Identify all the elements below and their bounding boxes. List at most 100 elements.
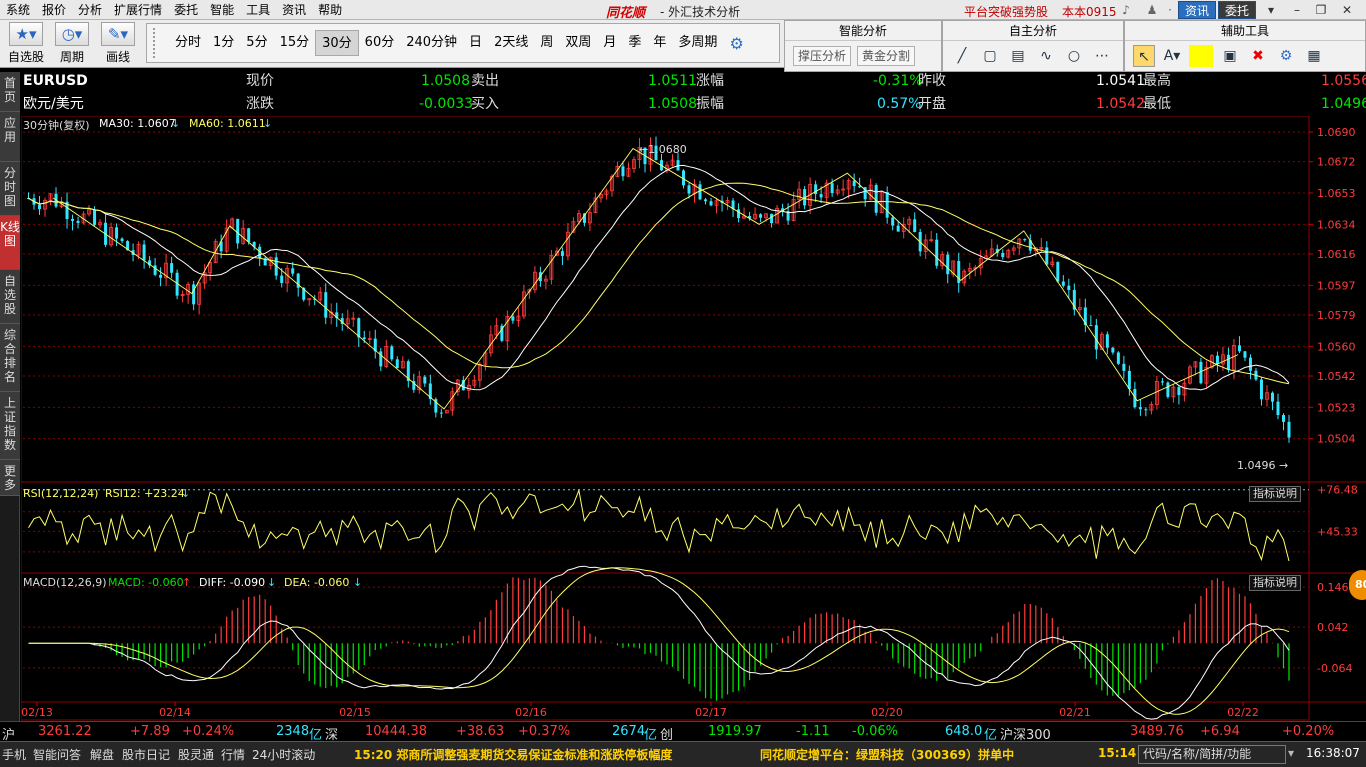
news-ticker-2[interactable]: 同花顺定增平台：绿盟科技（300369）拼单中 [760, 746, 1014, 763]
kline-ytick-label: 1.0672 [1317, 156, 1356, 169]
menu-bar: 系统 报价 分析 扩展行情 委托 智能 工具 资讯 帮助 同花顺 - 外汇技术分… [0, 0, 1366, 21]
sz-turnover: 2674 [612, 724, 646, 739]
shirt-icon[interactable]: ♟ [1144, 2, 1160, 18]
kline-ytick-label: 1.0542 [1317, 370, 1356, 383]
macd-help-button[interactable]: 指标说明 [1249, 575, 1301, 591]
period-2day[interactable]: 2天线 [488, 30, 534, 56]
menu-quote[interactable]: 报价 [36, 0, 72, 20]
menu-trade[interactable]: 委托 [168, 0, 204, 20]
chart-area[interactable]: 1.0690 1.0672 1.0653 1.0634 1.0616 1.0597 1.05… [21, 116, 1366, 721]
rsi-help-button[interactable]: 指标说明 [1249, 486, 1301, 502]
period-30min[interactable]: 30分 [315, 30, 359, 56]
menu-system[interactable]: 系统 [0, 0, 36, 20]
floating-badge[interactable]: 80 [1349, 570, 1366, 600]
line-tool-icon[interactable]: ╱ [951, 45, 973, 67]
ma60-label: MA60: 1.0611 [189, 117, 266, 130]
tab-watchlist[interactable]: 自选股 [0, 270, 20, 324]
status-qa[interactable]: 智能问答 [33, 746, 81, 763]
period-1min[interactable]: 1分 [207, 30, 240, 56]
text-tool-icon[interactable]: A▾ [1161, 45, 1183, 67]
candle-body [1270, 392, 1274, 402]
period-button[interactable]: ◷▾ 周期 [52, 22, 92, 65]
tab-more[interactable]: 更多 [0, 460, 20, 496]
period-240min[interactable]: 240分钟 [400, 30, 463, 56]
promo-link[interactable]: 平台突破强势股 [964, 3, 1048, 20]
tab-sh-index[interactable]: 上证指数 [0, 392, 20, 460]
rect-tool-icon[interactable]: ▢ [979, 45, 1001, 67]
search-dropdown-icon[interactable]: ▾ [1288, 746, 1294, 760]
status-diary[interactable]: 股市日记 [122, 746, 170, 763]
color-swatch[interactable] [1189, 45, 1213, 67]
cy-value[interactable]: 1919.97 [708, 724, 762, 739]
status-mobile[interactable]: 手机 [2, 746, 26, 763]
status-gulingtong[interactable]: 股灵通 [178, 746, 214, 763]
period-year[interactable]: 年 [647, 30, 672, 56]
ma60-arrow-icon: ↓ [263, 117, 273, 130]
cursor-icon[interactable]: ↖ [1133, 45, 1155, 67]
candle-body [1281, 415, 1285, 422]
candle-body [1215, 355, 1219, 365]
menu-help[interactable]: 帮助 [312, 0, 348, 20]
menu-analysis[interactable]: 分析 [72, 0, 108, 20]
menu-smart[interactable]: 智能 [204, 0, 240, 20]
gear-icon[interactable]: ⚙ [729, 34, 743, 53]
menu-extended[interactable]: 扩展行情 [108, 0, 168, 20]
minimize-icon[interactable]: – [1290, 2, 1304, 18]
amplitude-label: 振幅 [696, 96, 724, 112]
close-icon[interactable]: ✕ [1340, 2, 1354, 18]
hs300-value[interactable]: 3489.76 [1130, 724, 1184, 739]
period-week[interactable]: 周 [534, 30, 559, 56]
period-15min[interactable]: 15分 [274, 30, 316, 56]
grid-icon[interactable]: ▦ [1303, 45, 1325, 67]
menu-tools[interactable]: 工具 [240, 0, 276, 20]
chart-canvas[interactable]: 1.0690 1.0672 1.0653 1.0634 1.0616 1.0597 1.05… [21, 116, 1366, 721]
kline-ytick-label: 1.0579 [1317, 309, 1356, 322]
wave-tool-icon[interactable]: ∿ [1035, 45, 1057, 67]
candle-body [1276, 401, 1280, 416]
status-analysis[interactable]: 解盘 [90, 746, 114, 763]
support-analysis-button[interactable]: 撑压分析 [793, 46, 852, 66]
xtick-label: 02/20 [871, 706, 903, 719]
status-24h[interactable]: 24小时滚动 [252, 746, 315, 763]
custom-analysis-panel: 自主分析 ╱ ▢ ▤ ∿ ○ ⋯ [942, 20, 1124, 72]
period-timeshare[interactable]: 分时 [169, 30, 207, 56]
golden-split-button[interactable]: 黄金分割 [857, 46, 916, 66]
channel-tool-icon[interactable]: ▤ [1007, 45, 1029, 67]
toolbar-grip[interactable] [153, 28, 159, 58]
watchlist-button[interactable]: ★▾ 自选股 [6, 22, 46, 65]
menu-news[interactable]: 资讯 [276, 0, 312, 20]
news-ticker-1[interactable]: 15:20 郑商所调整强麦期货交易保证金标准和涨跌停板幅度 [354, 746, 672, 763]
period-quarter[interactable]: 季 [622, 30, 647, 56]
code-search-input[interactable]: 代码/名称/简拼/功能 [1138, 745, 1286, 764]
tab-apps[interactable]: 应用 [0, 112, 20, 162]
tab-home[interactable]: 首页 [0, 72, 20, 112]
tab-timeshare[interactable]: 分时图 [0, 162, 20, 216]
period-month[interactable]: 月 [597, 30, 622, 56]
info-tab[interactable]: 资讯 [1178, 1, 1217, 19]
candle-body [759, 214, 763, 218]
candle-body [852, 180, 856, 187]
draw-button[interactable]: ✎▾ 画线 [98, 22, 138, 65]
tab-kline[interactable]: K线图 [0, 216, 20, 270]
bell-icon[interactable]: ♪ [1118, 2, 1134, 18]
sh-value[interactable]: 3261.22 [38, 724, 92, 739]
more-tools-icon[interactable]: ⋯ [1091, 45, 1113, 67]
trade-tab[interactable]: 委托 [1218, 1, 1257, 19]
period-60min[interactable]: 60分 [359, 30, 401, 56]
restore-icon[interactable]: ❐ [1314, 2, 1328, 18]
chevron-down-icon[interactable]: ▾ [1264, 2, 1278, 18]
tab-ranking[interactable]: 综合排名 [0, 324, 20, 392]
period-5min[interactable]: 5分 [240, 30, 273, 56]
kline-ytick-label: 1.0634 [1317, 218, 1356, 231]
settings-icon[interactable]: ⚙ [1275, 45, 1297, 67]
save-icon[interactable]: ▣ [1219, 45, 1241, 67]
delete-icon[interactable]: ✖ [1247, 45, 1269, 67]
status-quote[interactable]: 行情 [221, 746, 245, 763]
period-multi[interactable]: 多周期 [672, 30, 723, 56]
sz-value[interactable]: 10444.38 [365, 724, 427, 739]
kline-ytick-label: 1.0597 [1317, 279, 1356, 292]
period-day[interactable]: 日 [463, 30, 488, 56]
period-2week[interactable]: 双周 [559, 30, 597, 56]
rsi-ytick-label: +76.48 [1317, 484, 1358, 497]
circle-tool-icon[interactable]: ○ [1063, 45, 1085, 67]
